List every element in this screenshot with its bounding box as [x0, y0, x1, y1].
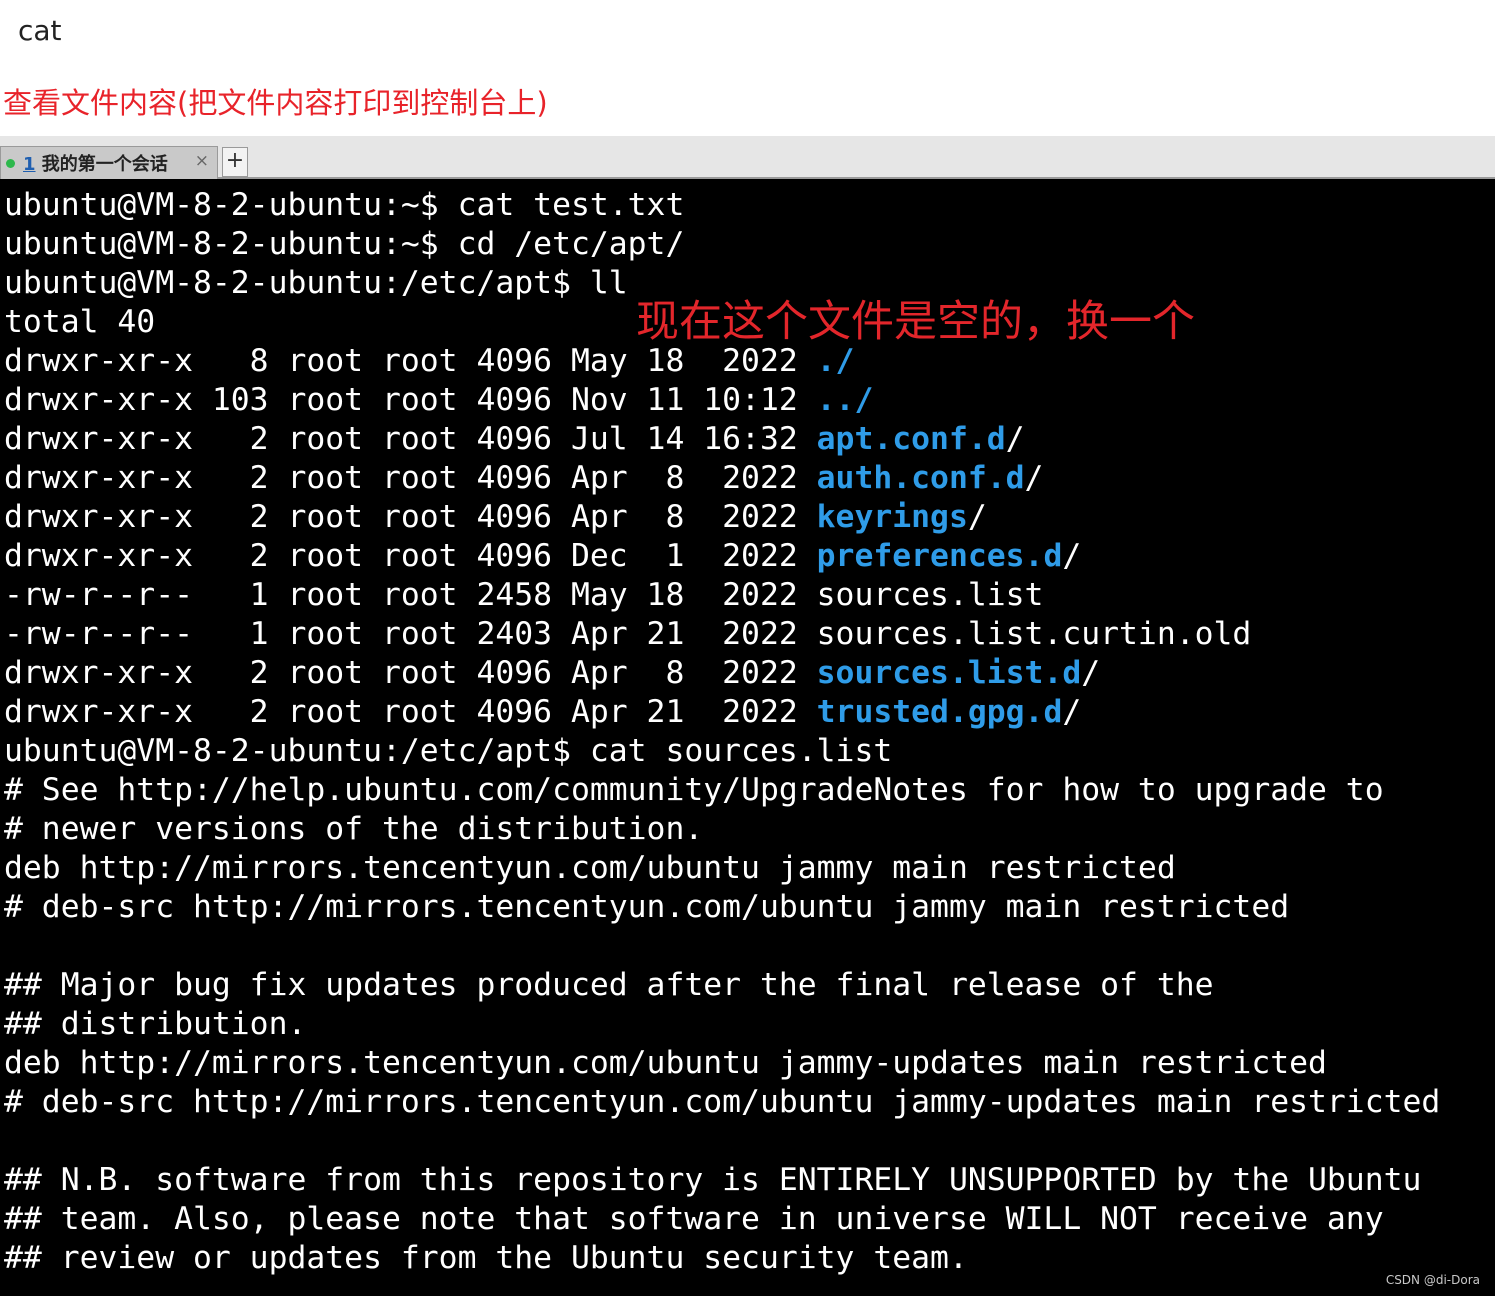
terminal-line: ubuntu@VM-8-2-ubuntu:/etc/apt$ cat sourc… — [4, 732, 1440, 771]
terminal-line: -rw-r--r-- 1 root root 2403 Apr 21 2022 … — [4, 615, 1440, 654]
terminal-text: / — [1005, 421, 1025, 457]
terminal-text: drwxr-xr-x 103 root root 4096 Nov 11 10:… — [4, 382, 817, 418]
terminal-line: ubuntu@VM-8-2-ubuntu:~$ cd /etc/apt/ — [4, 225, 1440, 264]
tab-number: 1 — [23, 154, 36, 175]
doc-description: 查看文件内容(把文件内容打印到控制台上) — [3, 86, 548, 120]
terminal-text: # newer versions of the distribution. — [4, 811, 704, 847]
terminal-text: drwxr-xr-x 2 root root 4096 Jul 14 16:32 — [4, 421, 817, 457]
terminal-text: ## Major bug fix updates produced after … — [4, 967, 1214, 1003]
terminal-line: drwxr-xr-x 103 root root 4096 Nov 11 10:… — [4, 381, 1440, 420]
terminal-line: ## distribution. — [4, 1005, 1440, 1044]
terminal-text: # deb-src http://mirrors.tencentyun.com/… — [4, 889, 1290, 925]
terminal-text: -rw-r--r-- 1 root root 2403 Apr 21 2022 … — [4, 616, 1252, 652]
terminal-line: ## Major bug fix updates produced after … — [4, 966, 1440, 1005]
doc-heading: cat — [18, 14, 62, 47]
terminal-lines: ubuntu@VM-8-2-ubuntu:~$ cat test.txt ubun… — [4, 186, 1440, 1278]
terminal-line: drwxr-xr-x 2 root root 4096 Dec 1 2022 p… — [4, 537, 1440, 576]
terminal-text: / — [1062, 538, 1082, 574]
terminal-text: / — [967, 499, 987, 535]
terminal-text: drwxr-xr-x 2 root root 4096 Apr 8 2022 — [4, 460, 817, 496]
terminal-line: ## team. Also, please note that software… — [4, 1200, 1440, 1239]
terminal-line: drwxr-xr-x 2 root root 4096 Jul 14 16:32… — [4, 420, 1440, 459]
terminal-output[interactable]: ubuntu@VM-8-2-ubuntu:~$ cat test.txt ubun… — [0, 179, 1495, 1296]
close-icon[interactable]: × — [195, 151, 209, 171]
directory-name: apt.conf.d — [816, 421, 1006, 457]
terminal-line: ## N.B. software from this repository is… — [4, 1161, 1440, 1200]
terminal-text: / — [1062, 694, 1082, 730]
terminal-text: ubuntu@VM-8-2-ubuntu:~$ cd /etc/apt/ — [4, 226, 685, 262]
new-tab-button[interactable]: + — [222, 147, 248, 177]
directory-name: auth.conf.d — [816, 460, 1025, 496]
terminal-text: # deb-src http://mirrors.tencentyun.com/… — [4, 1084, 1441, 1120]
terminal-line: drwxr-xr-x 2 root root 4096 Apr 8 2022 k… — [4, 498, 1440, 537]
terminal-line: deb http://mirrors.tencentyun.com/ubuntu… — [4, 849, 1440, 888]
terminal-text: drwxr-xr-x 2 root root 4096 Apr 8 2022 — [4, 655, 817, 691]
terminal-line: drwxr-xr-x 2 root root 4096 Apr 21 2022 … — [4, 693, 1440, 732]
terminal-line: ## review or updates from the Ubuntu sec… — [4, 1239, 1440, 1278]
tab-label: 1 我的第一个会话 — [23, 150, 168, 176]
terminal-text: / — [1081, 655, 1101, 691]
terminal-line: # deb-src http://mirrors.tencentyun.com/… — [4, 1083, 1440, 1122]
terminal-text: ## distribution. — [4, 1006, 307, 1042]
directory-name: preferences.d — [816, 538, 1063, 574]
terminal-line: drwxr-xr-x 2 root root 4096 Apr 8 2022 s… — [4, 654, 1440, 693]
terminal-text: ubuntu@VM-8-2-ubuntu:/etc/apt$ ll — [4, 265, 628, 301]
terminal-line: ubuntu@VM-8-2-ubuntu:~$ cat test.txt — [4, 186, 1440, 225]
directory-name: trusted.gpg.d — [816, 694, 1063, 730]
terminal-line: drwxr-xr-x 2 root root 4096 Apr 8 2022 a… — [4, 459, 1440, 498]
directory-name: sources.list.d — [816, 655, 1082, 691]
terminal-text: drwxr-xr-x 2 root root 4096 Apr 21 2022 — [4, 694, 817, 730]
terminal-tab-bar: 1 我的第一个会话 × + — [0, 136, 1495, 179]
terminal-text: total 40 — [4, 304, 156, 340]
terminal-text: ## N.B. software from this repository is… — [4, 1162, 1422, 1198]
terminal-text: deb http://mirrors.tencentyun.com/ubuntu… — [4, 850, 1176, 886]
tab-session-1[interactable]: 1 我的第一个会话 × — [0, 146, 218, 179]
watermark: CSDN @di-Dora — [1385, 1273, 1480, 1287]
terminal-text: drwxr-xr-x 2 root root 4096 Apr 8 2022 — [4, 499, 817, 535]
terminal-text: ubuntu@VM-8-2-ubuntu:~$ cat test.txt — [4, 187, 685, 223]
terminal-text: deb http://mirrors.tencentyun.com/ubuntu… — [4, 1045, 1327, 1081]
terminal-text: ## team. Also, please note that software… — [4, 1201, 1384, 1237]
directory-name: keyrings — [816, 499, 968, 535]
terminal-text: ## review or updates from the Ubuntu sec… — [4, 1240, 968, 1276]
terminal-text: / — [1024, 460, 1044, 496]
annotation-note: 现在这个文件是空的，换一个 — [636, 297, 1195, 347]
terminal-text: drwxr-xr-x 2 root root 4096 Dec 1 2022 — [4, 538, 817, 574]
terminal-line: -rw-r--r-- 1 root root 2458 May 18 2022 … — [4, 576, 1440, 615]
terminal-line: # newer versions of the distribution. — [4, 810, 1440, 849]
terminal-line: # See http://help.ubuntu.com/community/U… — [4, 771, 1440, 810]
directory-name: ../ — [816, 382, 874, 418]
tab-title: 我的第一个会话 — [35, 154, 168, 175]
terminal-line: deb http://mirrors.tencentyun.com/ubuntu… — [4, 1044, 1440, 1083]
terminal-line: # deb-src http://mirrors.tencentyun.com/… — [4, 888, 1440, 927]
terminal-text: ubuntu@VM-8-2-ubuntu:/etc/apt$ cat sourc… — [4, 733, 893, 769]
terminal-text: # See http://help.ubuntu.com/community/U… — [4, 772, 1384, 808]
terminal-text: -rw-r--r-- 1 root root 2458 May 18 2022 … — [4, 577, 1044, 613]
connected-status-icon — [6, 158, 15, 168]
